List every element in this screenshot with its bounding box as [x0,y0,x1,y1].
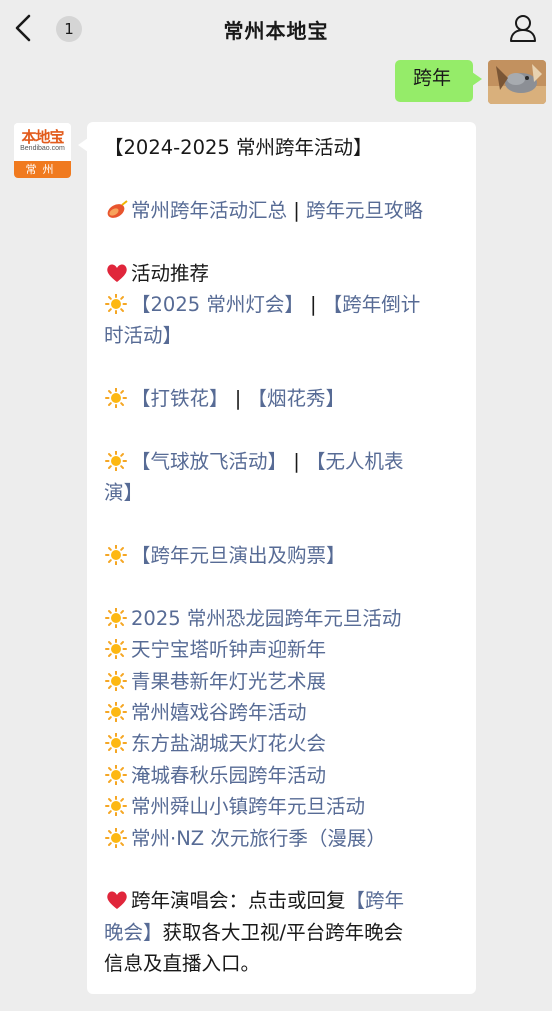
recommend-heading: 活动推荐 [104,258,464,289]
link-iron-flowers[interactable]: 【打铁花】 [131,387,229,410]
event-item: 天宁宝塔听钟声迎新年 [104,634,464,665]
event-item: 2025 常州恐龙园跨年元旦活动 [104,603,464,634]
event-link[interactable]: 常州嬉戏谷跨年活动 [131,701,307,724]
sun-icon [104,764,131,785]
sun-icon [104,607,131,628]
account-avatar[interactable]: 本地宝 Bendibao.com 常州 [14,123,71,178]
outgoing-message-text: 跨年 [412,67,451,89]
self-avatar[interactable] [488,60,546,104]
event-link[interactable]: 常州舜山小镇跨年元旦活动 [131,795,365,818]
event-item: 常州舜山小镇跨年元旦活动 [104,791,464,822]
event-link[interactable]: 常州·NZ 次元旅行季（漫展） [131,827,386,850]
chat-header: 1 常州本地宝 [0,0,552,56]
outgoing-message-bubble[interactable]: 跨年 [394,60,483,102]
link-countdown[interactable]: 【跨年倒计 [323,293,421,316]
logo-city: 常州 [14,161,71,178]
link-gala[interactable]: 【跨年 [346,889,405,912]
link-drone-show[interactable]: 【无人机表 [306,450,404,473]
event-link[interactable]: 青果巷新年灯光艺术展 [131,670,326,693]
sun-icon [104,450,131,471]
heart-icon [104,890,131,910]
concert-suffix: 获取各大卫视/平台跨年晚会 [162,920,404,944]
concert-line-wrap-2: 信息及直播入口。 [104,948,464,979]
message-body: 【2024-2025 常州跨年活动】 常州跨年活动汇总 | 跨年元旦攻略 活动推… [104,132,464,980]
separator: | [228,387,248,411]
separator: | [303,292,323,316]
sun-icon [104,796,131,817]
recommend-line-1-wrap: 时活动】 [104,320,464,351]
person-icon [510,15,536,42]
summary-link-guide[interactable]: 跨年元旦攻略 [306,199,423,222]
event-link[interactable]: 2025 常州恐龙园跨年元旦活动 [131,607,401,630]
sun-icon [104,639,131,660]
event-item: 常州·NZ 次元旅行季（漫展） [104,823,464,854]
sun-icon [104,670,131,691]
event-item: 常州嬉戏谷跨年活动 [104,697,464,728]
back-button[interactable]: 1 [14,12,86,46]
logo-domain: Bendibao.com [20,145,65,152]
incoming-message-bubble: 【2024-2025 常州跨年活动】 常州跨年活动汇总 | 跨年元旦攻略 活动推… [78,122,476,994]
link-gala-cont[interactable]: 晚会】 [104,921,163,944]
event-link[interactable]: 淹城春秋乐园跨年活动 [131,764,326,787]
separator: | [287,198,306,222]
avatar-image [488,60,546,104]
message-heading: 【2024-2025 常州跨年活动】 [104,136,373,159]
recommend-line-3: 【气球放飞活动】 | 【无人机表 [104,446,464,477]
logo-top: 本地宝 Bendibao.com [14,123,71,161]
sun-icon [104,545,131,566]
summary-line: 常州跨年活动汇总 | 跨年元旦攻略 [104,195,464,226]
recommend-line-2: 【打铁花】 | 【烟花秀】 [104,383,464,414]
concert-suffix-end: 信息及直播入口。 [104,952,261,976]
link-balloon-release[interactable]: 【气球放飞活动】 [131,450,287,473]
separator: | [287,449,306,473]
concert-prefix: 跨年演唱会：点击或回复 [131,889,346,913]
concert-line: 跨年演唱会：点击或回复【跨年 [104,885,464,916]
recommend-line-4: 【跨年元旦演出及购票】 [104,540,464,571]
recommend-line-1: 【2025 常州灯会】 | 【跨年倒计 [104,289,464,320]
heart-icon [104,263,131,283]
event-item: 青果巷新年灯光艺术展 [104,666,464,697]
chevron-left-icon [15,14,31,42]
sun-icon [104,827,131,848]
sun-icon [104,388,131,409]
concert-line-wrap: 晚会】获取各大卫视/平台跨年晚会 [104,917,464,948]
firecracker-icon [104,200,131,220]
profile-button[interactable] [508,13,538,43]
sun-icon [104,293,131,314]
link-countdown-cont[interactable]: 时活动】 [104,324,182,347]
event-item: 东方盐湖城天灯花火会 [104,728,464,759]
logo-wordmark: 本地宝 [21,128,64,146]
link-lantern-festival[interactable]: 【2025 常州灯会】 [131,293,304,316]
link-shows-tickets[interactable]: 【跨年元旦演出及购票】 [131,544,346,567]
event-link[interactable]: 东方盐湖城天灯花火会 [131,732,326,755]
event-item: 淹城春秋乐园跨年活动 [104,760,464,791]
link-drone-show-cont[interactable]: 演】 [104,481,143,504]
sun-icon [104,702,131,723]
unread-count-badge: 1 [56,16,82,42]
recommend-line-3-wrap: 演】 [104,477,464,508]
event-link[interactable]: 天宁宝塔听钟声迎新年 [131,638,326,661]
link-fireworks[interactable]: 【烟花秀】 [247,387,345,410]
recommend-label: 活动推荐 [131,261,210,285]
summary-link-events[interactable]: 常州跨年活动汇总 [131,199,287,222]
sun-icon [104,733,131,754]
